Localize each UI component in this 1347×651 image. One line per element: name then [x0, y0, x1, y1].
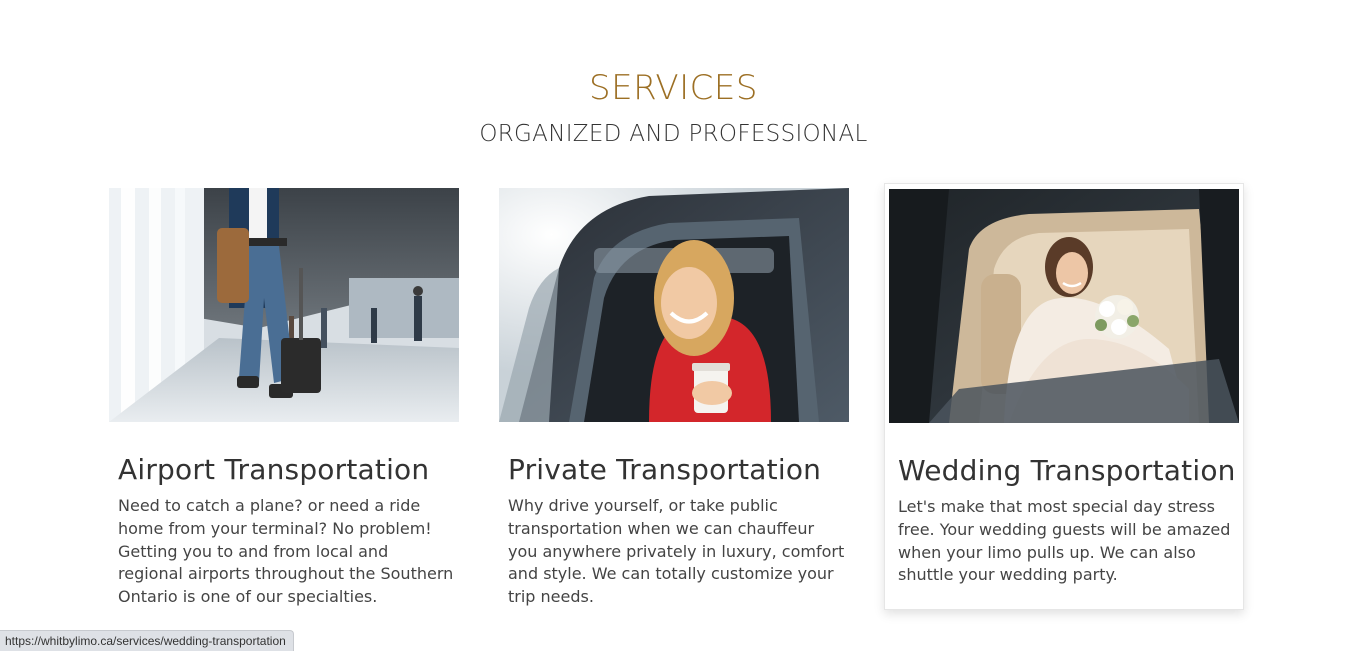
- airport-traveler-photo[interactable]: [109, 188, 459, 422]
- service-card-airport[interactable]: Airport Transportation Need to catch a p…: [109, 188, 459, 608]
- woman-in-car-photo[interactable]: [499, 188, 849, 422]
- bride-in-limo-photo[interactable]: [889, 189, 1239, 423]
- services-header: SERVICES ORGANIZED AND PROFESSIONAL: [0, 66, 1347, 158]
- service-description: Need to catch a plane? or need a ride ho…: [118, 496, 454, 607]
- service-title[interactable]: Wedding Transportation: [898, 454, 1243, 488]
- service-card-wedding[interactable]: Wedding Transportation Let's make that m…: [884, 183, 1244, 610]
- section-title: SERVICES: [589, 68, 758, 108]
- service-card-private[interactable]: Private Transportation Why drive yoursel…: [499, 188, 849, 608]
- service-description: Why drive yourself, or take public trans…: [508, 496, 845, 607]
- service-title[interactable]: Private Transportation: [508, 453, 849, 487]
- service-title[interactable]: Airport Transportation: [118, 453, 459, 487]
- service-description: Let's make that most special day stress …: [898, 497, 1231, 585]
- section-subtitle: ORGANIZED AND PROFESSIONAL: [479, 121, 868, 147]
- link-preview-status-bar: https://whitbylimo.ca/services/wedding-t…: [0, 630, 294, 651]
